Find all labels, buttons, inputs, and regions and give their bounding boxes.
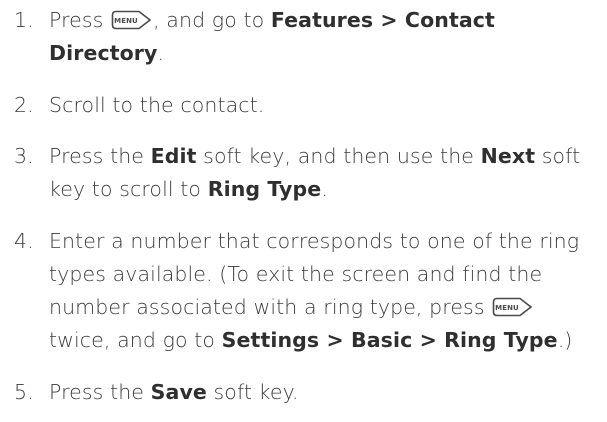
step-text: Press MENU, and go to Features > Contact… [49, 8, 495, 65]
bold-term: Ring Type [207, 177, 322, 201]
bold-term: Edit [150, 144, 197, 168]
bold-term: Settings > Basic > Ring Type [221, 328, 558, 352]
bold-term: Next [480, 144, 536, 168]
bold-term: Features > Contact [270, 8, 495, 32]
step-number: 3. [14, 144, 34, 168]
menu-key-icon: MENU [492, 297, 533, 317]
step-text: Press the Save soft key. [49, 380, 299, 404]
step-number: 1. [14, 8, 34, 32]
menu-key-icon: MENU [111, 10, 152, 30]
menu-key-label: MENU [495, 304, 519, 312]
menu-key-label: MENU [114, 17, 138, 25]
step-number: 4. [14, 229, 34, 253]
bold-term: Directory [49, 41, 158, 65]
step-number: 2. [14, 93, 34, 117]
bold-term: Save [150, 380, 207, 404]
step-text: Scroll to the contact. [49, 93, 265, 117]
step-text: Enter a number that corresponds to one o… [49, 229, 580, 352]
step-number: 5. [14, 380, 34, 404]
step-text: Press the Edit soft key, and then use th… [49, 144, 581, 201]
